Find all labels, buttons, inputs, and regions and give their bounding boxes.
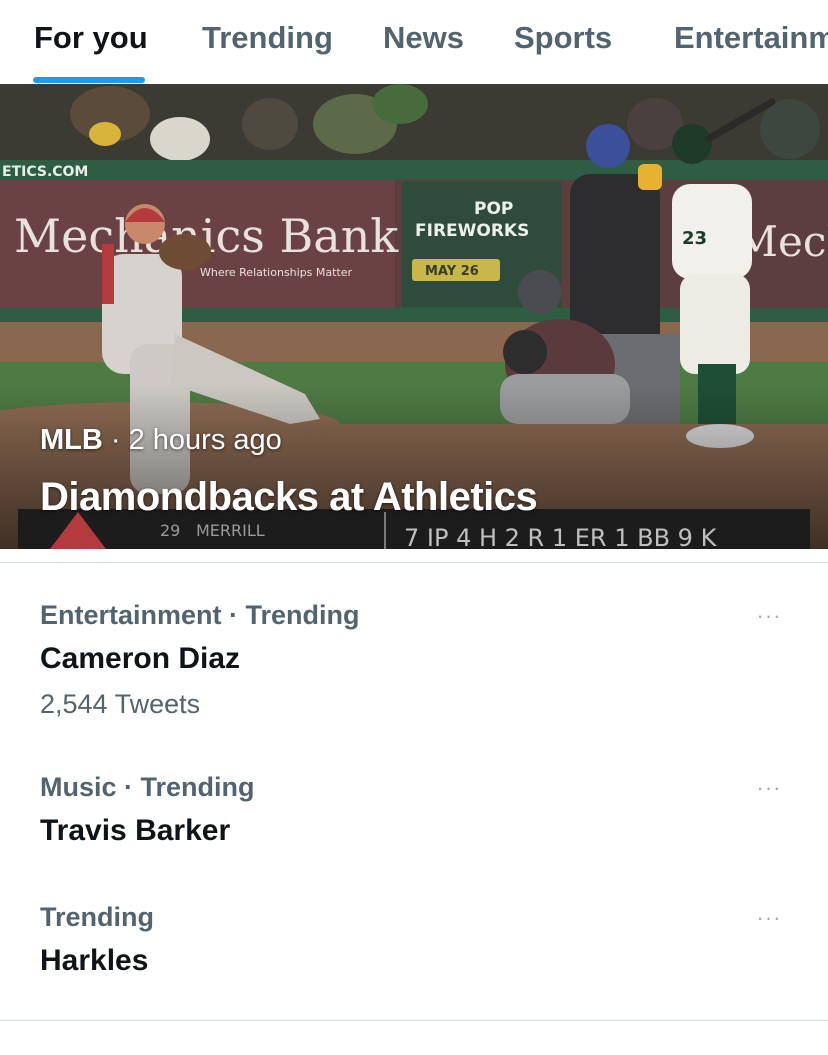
scene-pitcher-first-name: MERRILL bbox=[196, 521, 265, 540]
scene-promo-line1: POP bbox=[474, 199, 513, 219]
top-tab-bar: For you Trending News Sports Entertainme… bbox=[0, 0, 828, 84]
tab-sports[interactable]: Sports bbox=[514, 20, 612, 56]
scene-pitcher-stats: 7 IP 4 H 2 R 1 ER 1 BB 9 K bbox=[404, 524, 718, 549]
hero-separator: · bbox=[102, 424, 129, 456]
active-tab-indicator bbox=[33, 77, 145, 83]
tab-entertainment[interactable]: Entertainment bbox=[674, 20, 828, 56]
hero-source: MLB bbox=[40, 424, 103, 456]
trend-category: Trending bbox=[40, 902, 154, 932]
tab-news[interactable]: News bbox=[383, 20, 464, 56]
hero-event-card[interactable]: ETICS.COM Mechanics Bank Where Relations… bbox=[0, 84, 828, 549]
section-divider bbox=[0, 1020, 828, 1021]
hero-meta: MLB · 2 hours ago bbox=[40, 424, 282, 457]
more-options-icon[interactable]: ··· bbox=[752, 777, 786, 799]
section-divider bbox=[0, 562, 828, 563]
scene-promo-date: MAY 26 bbox=[425, 264, 479, 279]
scene-promo-line2: FIREWORKS bbox=[415, 221, 529, 241]
tab-trending[interactable]: Trending bbox=[202, 20, 333, 56]
trend-item[interactable]: Trending Harkles ··· bbox=[0, 902, 828, 992]
tab-for-you[interactable]: For you bbox=[34, 20, 148, 56]
trend-category: Music · Trending bbox=[40, 772, 255, 802]
more-options-icon[interactable]: ··· bbox=[752, 907, 786, 929]
scene-batter-number: 23 bbox=[682, 228, 707, 249]
trend-name: Cameron Diaz bbox=[40, 642, 241, 675]
hero-time: 2 hours ago bbox=[128, 424, 282, 456]
hero-title: Diamondbacks at Athletics bbox=[40, 475, 538, 519]
more-options-icon[interactable]: ··· bbox=[752, 605, 786, 627]
scene-url-text: ETICS.COM bbox=[2, 164, 88, 180]
trend-item[interactable]: Entertainment · Trending Cameron Diaz 2,… bbox=[0, 600, 828, 740]
trend-category: Entertainment · Trending bbox=[40, 600, 360, 630]
trend-name: Harkles bbox=[40, 944, 149, 977]
trend-name: Travis Barker bbox=[40, 814, 231, 847]
scene-pitcher-number: 29 bbox=[160, 521, 180, 540]
trend-tweet-count: 2,544 Tweets bbox=[40, 689, 201, 719]
trend-item[interactable]: Music · Trending Travis Barker ··· bbox=[0, 772, 828, 862]
scene-bank-tagline: Where Relationships Matter bbox=[200, 266, 353, 279]
